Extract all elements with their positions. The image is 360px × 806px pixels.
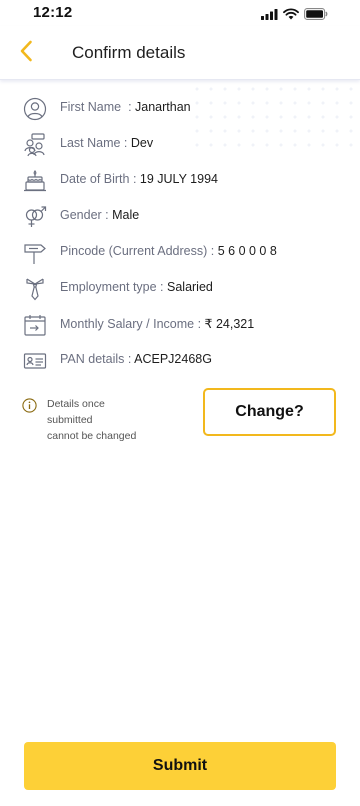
detail-label: PAN details bbox=[60, 352, 125, 366]
info-icon bbox=[22, 398, 37, 413]
group-icon bbox=[22, 132, 48, 158]
details-list: First Name : Janarthan Last Name : Dev D… bbox=[0, 90, 360, 378]
gender-icon bbox=[22, 204, 48, 230]
change-button[interactable]: Change? bbox=[203, 388, 336, 436]
info-line: cannot be changed bbox=[47, 430, 137, 442]
info-text: Details once submitted cannot be changed bbox=[47, 396, 177, 444]
status-icons bbox=[261, 7, 328, 25]
detail-label: First Name bbox=[60, 100, 122, 114]
info-line: Details once bbox=[47, 398, 105, 410]
detail-separator: : bbox=[124, 352, 135, 366]
detail-separator: : bbox=[207, 244, 218, 258]
cake-icon bbox=[22, 168, 48, 194]
wifi-icon bbox=[283, 7, 299, 25]
detail-label: Employment type bbox=[60, 280, 157, 294]
detail-label: Last Name bbox=[60, 136, 121, 150]
detail-value: ₹ 24,321 bbox=[204, 317, 255, 331]
submit-button[interactable]: Submit bbox=[24, 742, 336, 790]
app-header: Confirm details bbox=[0, 26, 360, 80]
detail-label: Gender bbox=[60, 208, 102, 222]
detail-separator: : bbox=[101, 208, 113, 222]
detail-text: Employment type : Salaried bbox=[60, 280, 213, 294]
page-title: Confirm details bbox=[72, 43, 186, 62]
chevron-left-icon bbox=[19, 40, 33, 67]
detail-row-pincode: Pincode (Current Address) : 5 6 0 0 0 8 bbox=[0, 234, 360, 270]
detail-value: Male bbox=[112, 208, 140, 222]
detail-separator: : bbox=[120, 136, 131, 150]
signpost-icon bbox=[22, 240, 48, 266]
detail-text: Monthly Salary / Income : ₹ 24,321 bbox=[60, 316, 254, 331]
id-card-icon bbox=[22, 348, 48, 374]
detail-value: 5 6 0 0 0 8 bbox=[217, 244, 277, 258]
detail-row-gender: Gender : Male bbox=[0, 198, 360, 234]
detail-value: ACEPJ2468G bbox=[134, 352, 212, 366]
detail-text: Date of Birth : 19 JULY 1994 bbox=[60, 172, 218, 186]
detail-label: Monthly Salary / Income bbox=[60, 317, 195, 331]
signal-icon bbox=[261, 7, 278, 25]
detail-row-monthly-salary: Monthly Salary / Income : ₹ 24,321 bbox=[0, 306, 360, 342]
detail-row-first-name: First Name : Janarthan bbox=[0, 90, 360, 126]
detail-row-date-of-birth: Date of Birth : 19 JULY 1994 bbox=[0, 162, 360, 198]
detail-value: Janarthan bbox=[135, 100, 191, 114]
detail-text: PAN details : ACEPJ2468G bbox=[60, 352, 212, 366]
status-time: 12:12 bbox=[33, 4, 73, 21]
detail-text: First Name : Janarthan bbox=[60, 100, 191, 114]
detail-label: Date of Birth bbox=[60, 172, 130, 186]
tie-icon bbox=[22, 276, 48, 302]
back-button[interactable] bbox=[14, 40, 38, 66]
detail-value: Salaried bbox=[167, 280, 213, 294]
detail-separator: : bbox=[156, 280, 167, 294]
detail-text: Last Name : Dev bbox=[60, 136, 153, 150]
calendar-income-icon bbox=[22, 312, 48, 338]
detail-separator: : bbox=[121, 100, 136, 114]
detail-row-pan-details: PAN details : ACEPJ2468G bbox=[0, 342, 360, 378]
battery-icon bbox=[304, 7, 328, 25]
detail-label: Pincode (Current Address) bbox=[60, 244, 208, 258]
detail-text: Gender : Male bbox=[60, 208, 139, 222]
status-bar: 12:12 bbox=[0, 0, 360, 26]
detail-row-last-name: Last Name : Dev bbox=[0, 126, 360, 162]
detail-value: Dev bbox=[130, 136, 154, 150]
detail-separator: : bbox=[194, 317, 205, 331]
info-line: submitted bbox=[47, 414, 93, 426]
detail-separator: : bbox=[129, 172, 140, 186]
detail-text: Pincode (Current Address) : 5 6 0 0 0 8 bbox=[60, 244, 277, 258]
detail-row-employment-type: Employment type : Salaried bbox=[0, 270, 360, 306]
user-icon bbox=[22, 96, 48, 122]
detail-value: 19 JULY 1994 bbox=[139, 172, 218, 186]
